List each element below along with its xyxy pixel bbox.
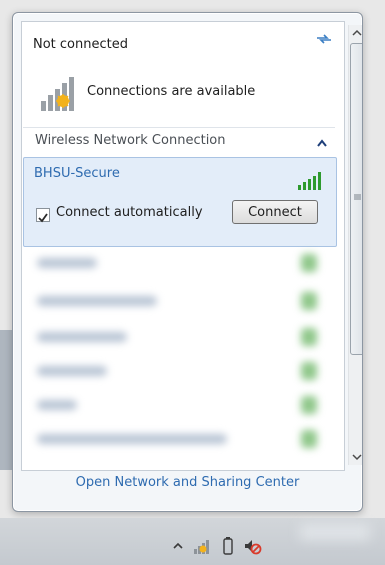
scroll-down-icon[interactable] [349,449,363,465]
section-divider [23,127,335,128]
chevron-up-icon[interactable] [317,139,327,147]
checkmark-icon [38,213,48,223]
taskbar-highlight [300,524,370,540]
desktop-edge [0,330,12,470]
list-item[interactable] [23,425,335,453]
connect-button[interactable]: Connect [232,200,318,224]
connect-automatically-label: Connect automatically [56,205,203,220]
network-warning-icon [41,77,74,111]
network-name: BHSU-Secure [34,166,120,181]
scrollbar[interactable] [348,25,363,465]
wireless-section-title: Wireless Network Connection [35,133,226,148]
list-item[interactable] [23,287,335,315]
list-item[interactable] [23,323,335,351]
network-item-selected[interactable]: BHSU-Secure Connect automatically Connec… [23,157,337,247]
chevron-up-icon[interactable] [168,536,188,556]
volume-muted-icon[interactable] [242,536,262,556]
list-item[interactable] [23,391,335,419]
connect-automatically-checkbox[interactable] [36,208,50,223]
connections-available-text: Connections are available [87,84,256,99]
scrollbar-thumb[interactable] [350,43,362,355]
list-item[interactable] [23,357,335,385]
grip-icon [354,194,361,200]
other-networks-list [23,249,335,459]
battery-icon[interactable] [218,536,238,556]
network-flyout: Not connected Connections are available … [12,12,363,512]
scroll-up-icon[interactable] [349,25,363,41]
open-network-sharing-center-link[interactable]: Open Network and Sharing Center [13,475,362,490]
connection-status-title: Not connected [33,37,128,52]
wifi-signal-icon [298,172,321,190]
list-item[interactable] [23,249,335,277]
refresh-icon[interactable] [315,32,333,46]
network-warning-icon[interactable] [192,536,212,556]
